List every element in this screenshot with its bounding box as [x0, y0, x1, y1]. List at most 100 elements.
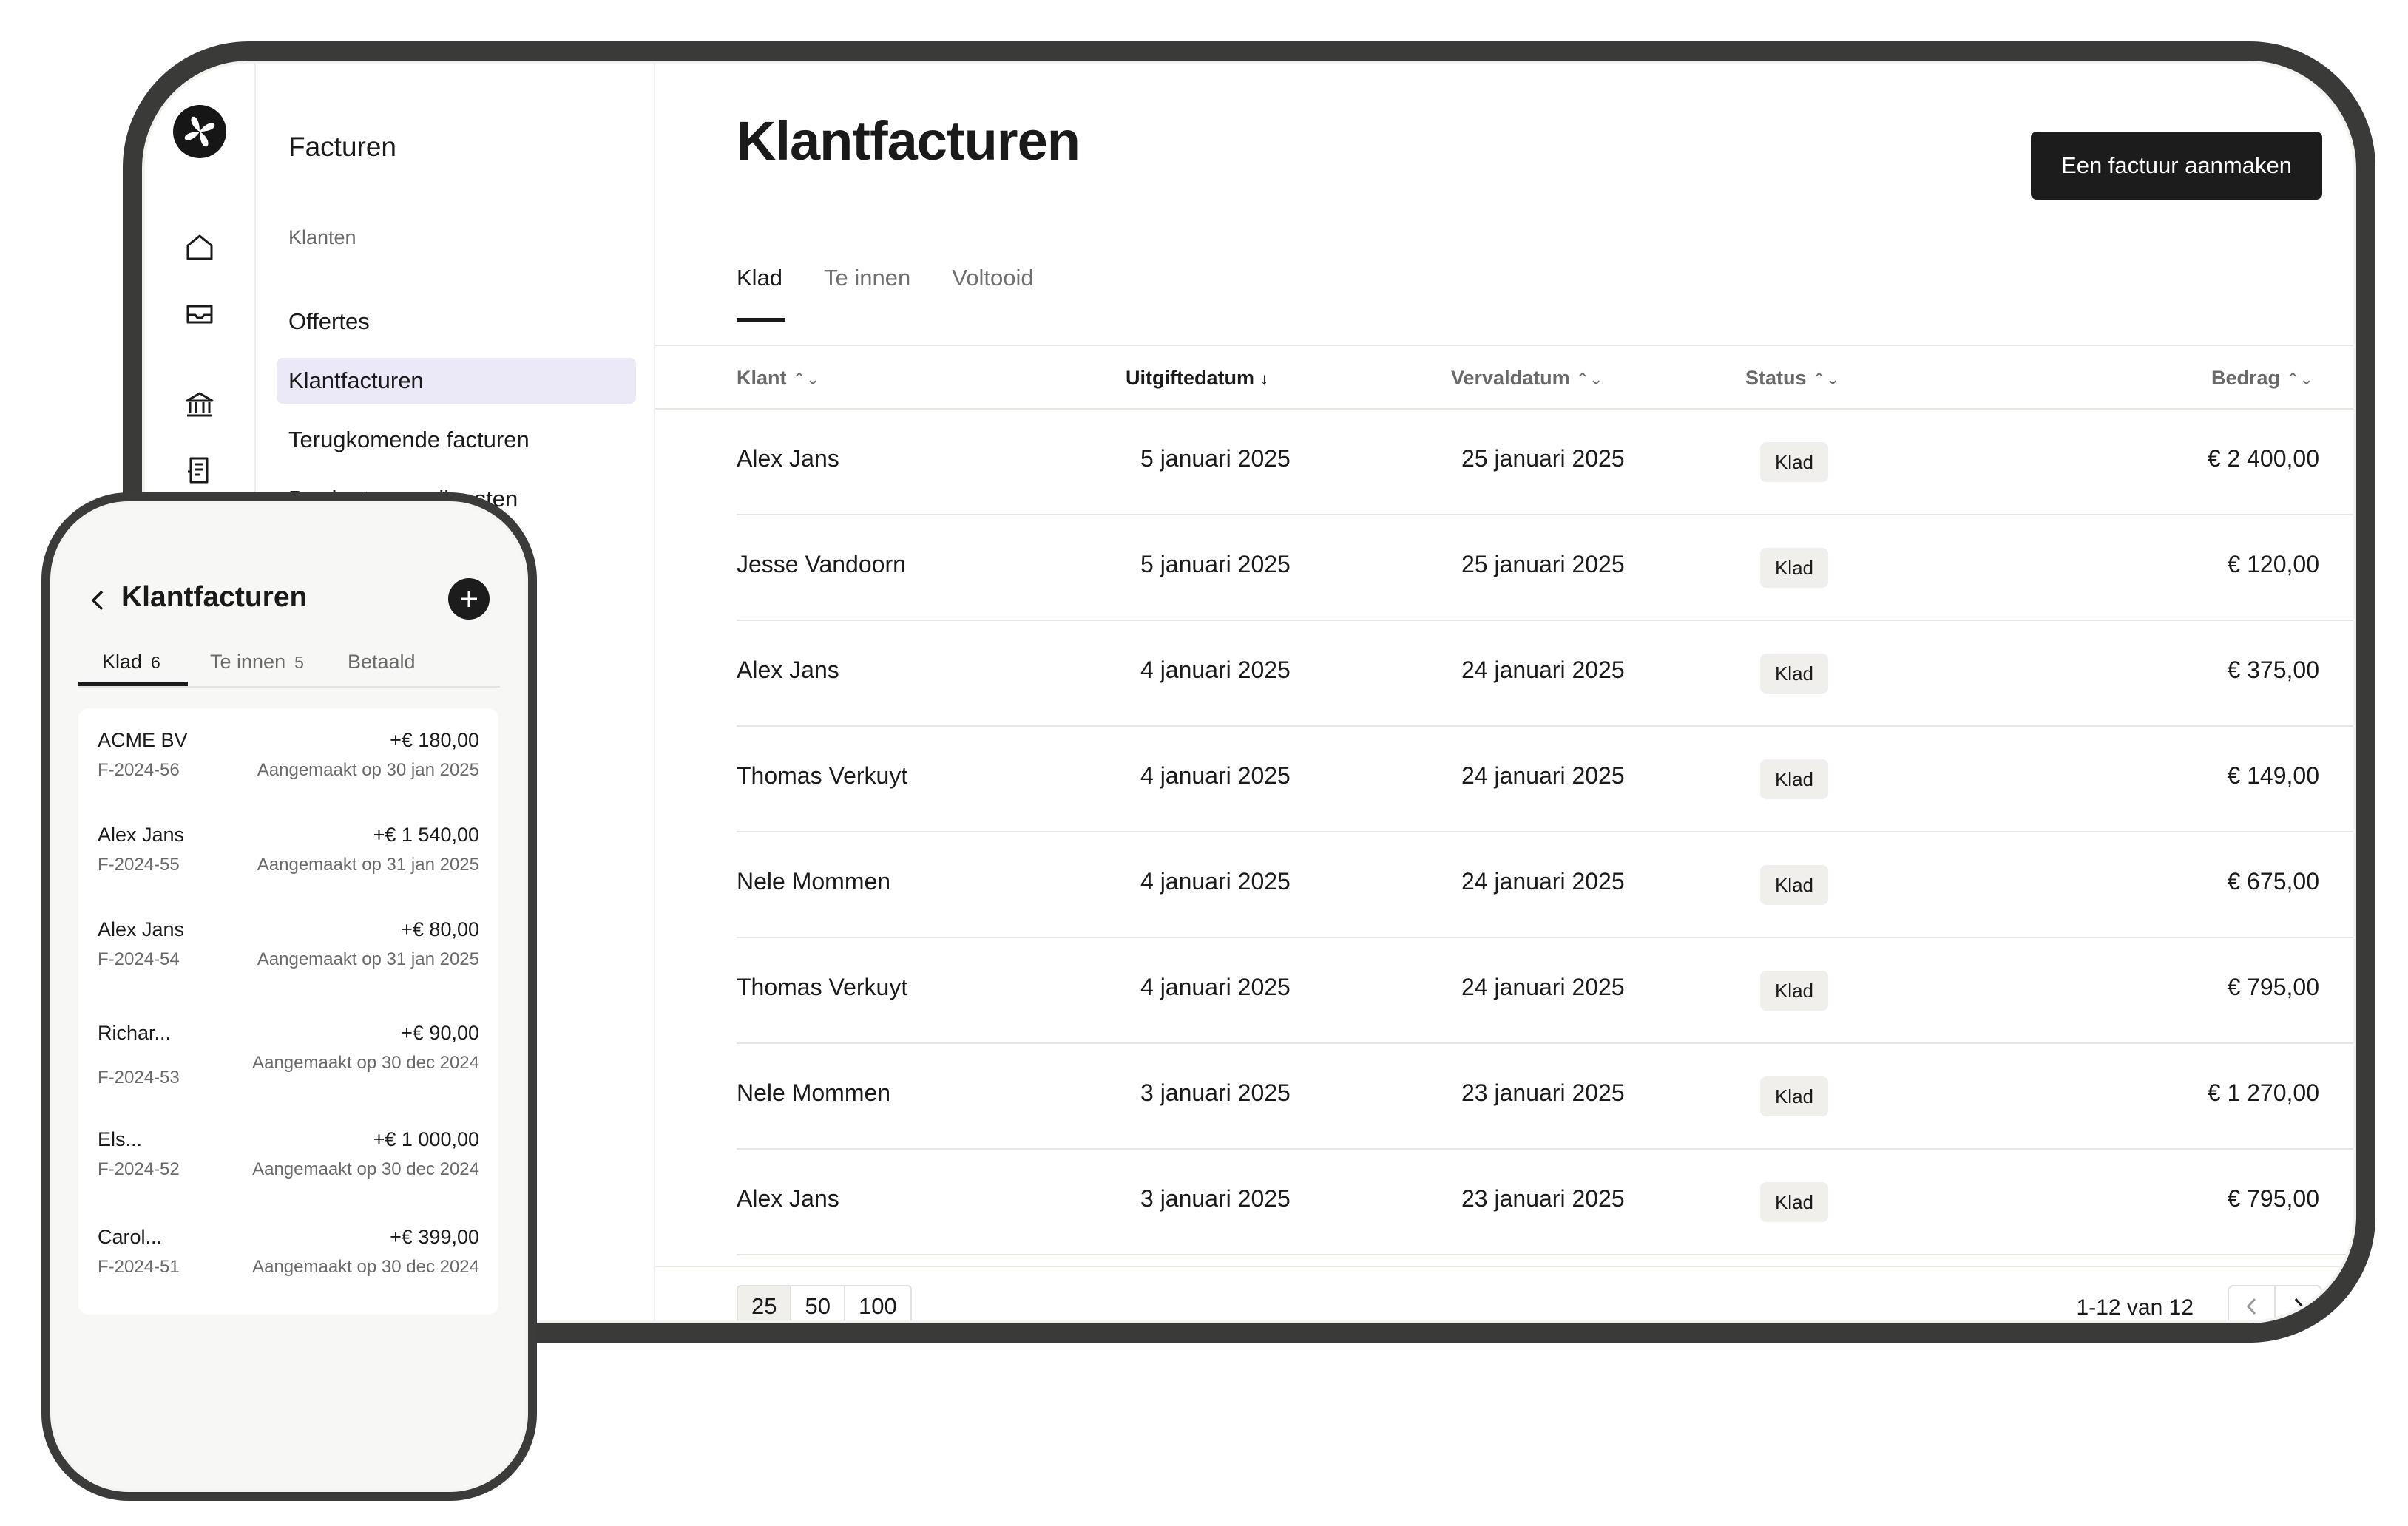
table-row[interactable]: Alex Jans 5 januari 2025 25 januari 2025… [737, 410, 2353, 515]
status-badge: Klad [1760, 442, 1828, 482]
item-client: Carol... [98, 1226, 163, 1248]
section-title: Facturen [288, 132, 397, 162]
item-number: F-2024-51 [98, 1257, 180, 1277]
item-number: F-2024-53 [98, 1068, 180, 1088]
status-tabs: Klad Te innen Voltooid [737, 265, 1034, 322]
cell-client: Alex Jans [737, 657, 839, 683]
item-number: F-2024-56 [98, 760, 180, 780]
cell-due-date: 24 januari 2025 [1461, 657, 1625, 683]
phone-tab-betaald[interactable]: Betaald [348, 651, 416, 674]
table-row[interactable]: Alex Jans 3 januari 2025 23 januari 2025… [737, 1150, 2353, 1255]
cell-due-date: 24 januari 2025 [1461, 762, 1625, 789]
column-header-status[interactable]: Status ⌃⌄ [1745, 367, 1839, 390]
tab-count: 5 [294, 653, 304, 672]
list-item[interactable]: Alex Jans F-2024-54 +€ 80,00 Aangemaakt … [78, 898, 498, 1001]
tab-klad[interactable]: Klad [737, 265, 786, 322]
create-invoice-button[interactable]: Een factuur aanmaken [2031, 132, 2322, 200]
pagination-bar: 25 50 100 1-12 van 12 [655, 1266, 2353, 1320]
pagination-nav [2228, 1285, 2322, 1320]
item-amount: +€ 90,00 [401, 1022, 479, 1044]
tab-count: 6 [151, 653, 160, 672]
cell-client: Nele Mommen [737, 868, 891, 895]
previous-page-button[interactable] [2229, 1286, 2274, 1320]
cell-due-date: 25 januari 2025 [1461, 551, 1625, 577]
status-badge: Klad [1760, 971, 1828, 1011]
status-badge: Klad [1760, 1182, 1828, 1222]
cell-issued-date: 3 januari 2025 [1140, 1185, 1291, 1212]
cell-client: Jesse Vandoorn [737, 551, 906, 577]
inbox-icon[interactable] [183, 297, 216, 330]
item-amount: +€ 399,00 [390, 1226, 479, 1248]
item-client: Alex Jans [98, 824, 185, 846]
page-size-25[interactable]: 25 [738, 1286, 792, 1320]
app-logo[interactable] [173, 105, 226, 158]
table-row[interactable]: Nele Mommen 3 januari 2025 23 januari 20… [737, 1044, 2353, 1150]
item-client: Richar... [98, 1022, 172, 1044]
phone-tab-klad[interactable]: Klad 6 [102, 651, 160, 674]
cell-amount: € 120,00 [2227, 551, 2319, 577]
tab-te-innen[interactable]: Te innen [824, 265, 910, 309]
table-row[interactable]: Jesse Vandoorn 5 januari 2025 25 januari… [737, 515, 2353, 621]
flower-logo-icon [184, 116, 215, 147]
phone-tabs: Klad 6 Te innen 5 Betaald [78, 651, 500, 688]
page-title: Klantfacturen [737, 110, 1080, 172]
cell-issued-date: 4 januari 2025 [1140, 974, 1291, 1000]
item-created: Aangemaakt op 30 dec 2024 [252, 1159, 479, 1179]
cell-client: Alex Jans [737, 1185, 839, 1212]
item-created: Aangemaakt op 30 jan 2025 [257, 760, 479, 780]
status-badge: Klad [1760, 759, 1828, 799]
nav-item-offertes[interactable]: Offertes [277, 299, 636, 345]
sort-icon: ⌃⌄ [1812, 370, 1840, 388]
cell-client: Thomas Verkuyt [737, 762, 908, 789]
cell-client: Alex Jans [737, 445, 839, 472]
page-size-100[interactable]: 100 [845, 1286, 910, 1320]
sort-icon: ⌃⌄ [2286, 370, 2313, 388]
cell-amount: € 675,00 [2227, 868, 2319, 895]
phone-tab-te-innen[interactable]: Te innen 5 [210, 651, 304, 674]
invoice-icon[interactable] [183, 454, 216, 486]
table-row[interactable]: Thomas Verkuyt 4 januari 2025 24 januari… [737, 938, 2353, 1044]
list-item[interactable]: Els... F-2024-52 +€ 1 000,00 Aangemaakt … [78, 1108, 498, 1211]
item-number: F-2024-52 [98, 1159, 180, 1179]
cell-due-date: 25 januari 2025 [1461, 445, 1625, 472]
cell-due-date: 23 januari 2025 [1461, 1185, 1625, 1212]
nav-item-terugkomende-facturen[interactable]: Terugkomende facturen [277, 417, 636, 463]
column-header-bedrag[interactable]: Bedrag ⌃⌄ [2211, 367, 2313, 390]
column-header-klant[interactable]: Klant ⌃⌄ [737, 367, 819, 390]
tab-voltooid[interactable]: Voltooid [952, 265, 1033, 309]
item-client: Els... [98, 1128, 143, 1150]
status-badge: Klad [1760, 548, 1828, 588]
cell-amount: € 2 400,00 [2207, 445, 2319, 472]
nav-item-klantfacturen[interactable]: Klantfacturen [277, 358, 636, 404]
chevron-left-icon [91, 590, 104, 611]
item-amount: +€ 80,00 [401, 918, 479, 940]
item-created: Aangemaakt op 31 jan 2025 [257, 855, 479, 875]
status-badge: Klad [1760, 654, 1828, 694]
cell-amount: € 795,00 [2227, 974, 2319, 1000]
list-item[interactable]: Alex Jans F-2024-55 +€ 1 540,00 Aangemaa… [78, 803, 498, 906]
nav-group-label: Klanten [288, 226, 356, 248]
table-row[interactable]: Alex Jans 4 januari 2025 24 januari 2025… [737, 621, 2353, 727]
page-size-50[interactable]: 50 [791, 1286, 845, 1320]
back-button[interactable] [87, 586, 108, 615]
next-page-button[interactable] [2274, 1286, 2321, 1320]
chevron-right-icon [2294, 1298, 2304, 1315]
list-item[interactable]: Carol... F-2024-51 +€ 399,00 Aangemaakt … [78, 1205, 498, 1309]
column-header-uitgiftedatum[interactable]: Uitgiftedatum ↓ [1126, 367, 1268, 390]
phone-page-title: Klantfacturen [121, 581, 308, 613]
column-header-vervaldatum[interactable]: Vervaldatum ⌃⌄ [1451, 367, 1603, 390]
plus-icon [461, 591, 477, 607]
main-content: Klantfacturen Een factuur aanmaken Klad … [655, 64, 2353, 1320]
bank-icon[interactable] [183, 389, 216, 421]
cell-amount: € 149,00 [2227, 762, 2319, 789]
active-tab-indicator [78, 682, 188, 686]
add-invoice-button[interactable] [448, 578, 490, 620]
table-row[interactable]: Nele Mommen 4 januari 2025 24 januari 20… [737, 832, 2353, 938]
item-created: Aangemaakt op 30 dec 2024 [252, 1257, 479, 1277]
list-item[interactable]: ACME BV F-2024-56 +€ 180,00 Aangemaakt o… [78, 708, 498, 812]
table-row[interactable]: Thomas Verkuyt 4 januari 2025 24 januari… [737, 727, 2353, 832]
list-item[interactable]: Richar... F-2024-53 +€ 90,00 Aangemaakt … [78, 1001, 498, 1105]
page-size-selector: 25 50 100 [737, 1285, 912, 1320]
cell-due-date: 23 januari 2025 [1461, 1079, 1625, 1106]
home-icon[interactable] [183, 231, 216, 263]
